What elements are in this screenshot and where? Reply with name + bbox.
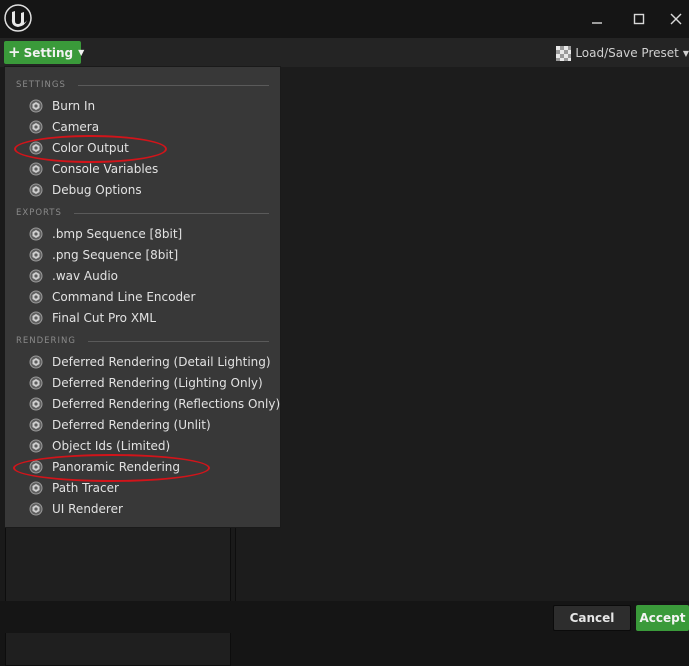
plugin-icon	[29, 502, 43, 516]
menu-item-label: Debug Options	[52, 183, 142, 197]
section-title: RENDERING	[16, 336, 76, 346]
menu-item-command-line-encoder[interactable]: Command Line Encoder	[29, 287, 277, 307]
menu-item-object-ids[interactable]: Object Ids (Limited)	[29, 436, 277, 456]
menu-item-wav-audio[interactable]: .wav Audio	[29, 266, 277, 286]
menu-item-deferred-unlit[interactable]: Deferred Rendering (Unlit)	[29, 415, 277, 435]
toolbar: + Setting ▼ Load/Save Preset ▼	[0, 38, 689, 67]
plugin-icon	[29, 162, 43, 176]
load-save-preset-button[interactable]: Load/Save Preset ▼	[556, 43, 689, 63]
menu-item-burn-in[interactable]: Burn In	[29, 96, 277, 116]
menu-item-label: Console Variables	[52, 162, 159, 176]
footer-bar: Cancel Accept	[0, 601, 689, 633]
menu-item-label: Path Tracer	[52, 481, 119, 495]
plugin-icon	[29, 290, 43, 304]
section-title: SETTINGS	[16, 80, 66, 90]
plugin-icon	[29, 141, 43, 155]
menu-item-label: Final Cut Pro XML	[52, 311, 157, 325]
menu-item-console-variables[interactable]: Console Variables	[29, 159, 277, 179]
plugin-icon	[29, 439, 43, 453]
plugin-icon	[29, 227, 43, 241]
plugin-icon	[29, 355, 43, 369]
menu-item-label: Deferred Rendering (Reflections Only)	[52, 397, 281, 411]
menu-item-label: .wav Audio	[52, 269, 119, 283]
plugin-icon	[29, 248, 43, 262]
plugin-icon	[29, 418, 43, 432]
menu-item-panoramic-rendering[interactable]: Panoramic Rendering	[29, 457, 277, 477]
plugin-icon	[29, 183, 43, 197]
menu-item-final-cut-pro-xml[interactable]: Final Cut Pro XML	[29, 308, 277, 328]
menu-item-label: .bmp Sequence [8bit]	[52, 227, 183, 241]
minimize-icon[interactable]	[584, 8, 610, 30]
close-icon[interactable]	[663, 8, 689, 30]
title-bar	[0, 0, 689, 38]
chevron-down-icon: ▼	[682, 48, 689, 58]
details-panel	[235, 67, 689, 601]
preset-label: Load/Save Preset	[575, 46, 679, 60]
menu-item-ui-renderer[interactable]: UI Renderer	[29, 499, 277, 519]
menu-item-label: Deferred Rendering (Unlit)	[52, 418, 211, 432]
plugin-icon	[29, 99, 43, 113]
menu-item-deferred-detail-lighting[interactable]: Deferred Rendering (Detail Lighting)	[29, 352, 277, 372]
plugin-icon	[29, 120, 43, 134]
menu-item-color-output[interactable]: Color Output	[29, 138, 277, 158]
menu-item-label: Burn In	[52, 99, 96, 113]
menu-item-label: Deferred Rendering (Detail Lighting)	[52, 355, 271, 369]
menu-item-label: Camera	[52, 120, 100, 134]
menu-item-label: Object Ids (Limited)	[52, 439, 171, 453]
accept-button[interactable]: Accept	[636, 605, 689, 631]
setting-button-label: Setting	[23, 45, 74, 60]
preset-checker-icon	[556, 45, 572, 61]
menu-item-label: Deferred Rendering (Lighting Only)	[52, 376, 263, 390]
chevron-down-icon: ▼	[78, 48, 85, 57]
unreal-logo-icon	[4, 4, 32, 32]
plugin-icon	[29, 269, 43, 283]
menu-item-label: Command Line Encoder	[52, 290, 196, 304]
menu-item-debug-options[interactable]: Debug Options	[29, 180, 277, 200]
menu-item-deferred-lighting-only[interactable]: Deferred Rendering (Lighting Only)	[29, 373, 277, 393]
section-title: EXPORTS	[16, 208, 62, 218]
section-header-settings: SETTINGS	[16, 78, 269, 92]
add-setting-button[interactable]: + Setting ▼	[4, 41, 85, 64]
menu-item-png-sequence[interactable]: .png Sequence [8bit]	[29, 245, 277, 265]
section-header-exports: EXPORTS	[16, 206, 269, 220]
menu-item-camera[interactable]: Camera	[29, 117, 277, 137]
plus-icon: +	[8, 43, 21, 61]
plugin-icon	[29, 460, 43, 474]
menu-item-path-tracer[interactable]: Path Tracer	[29, 478, 277, 498]
menu-item-label: UI Renderer	[52, 502, 123, 516]
plugin-icon	[29, 481, 43, 495]
setting-dropdown-menu: SETTINGS Burn In Camera Color Output Con…	[4, 66, 281, 528]
menu-item-bmp-sequence[interactable]: .bmp Sequence [8bit]	[29, 224, 277, 244]
section-header-rendering: RENDERING	[16, 334, 269, 348]
menu-item-deferred-reflections-only[interactable]: Deferred Rendering (Reflections Only)	[29, 394, 281, 414]
maximize-icon[interactable]	[626, 8, 652, 30]
menu-item-label: Color Output	[52, 141, 129, 155]
left-panel	[5, 527, 231, 666]
menu-item-label: .png Sequence [8bit]	[52, 248, 179, 262]
plugin-icon	[29, 397, 43, 411]
plugin-icon	[29, 311, 43, 325]
cancel-button[interactable]: Cancel	[553, 605, 631, 631]
plugin-icon	[29, 376, 43, 390]
menu-item-label: Panoramic Rendering	[52, 460, 180, 474]
